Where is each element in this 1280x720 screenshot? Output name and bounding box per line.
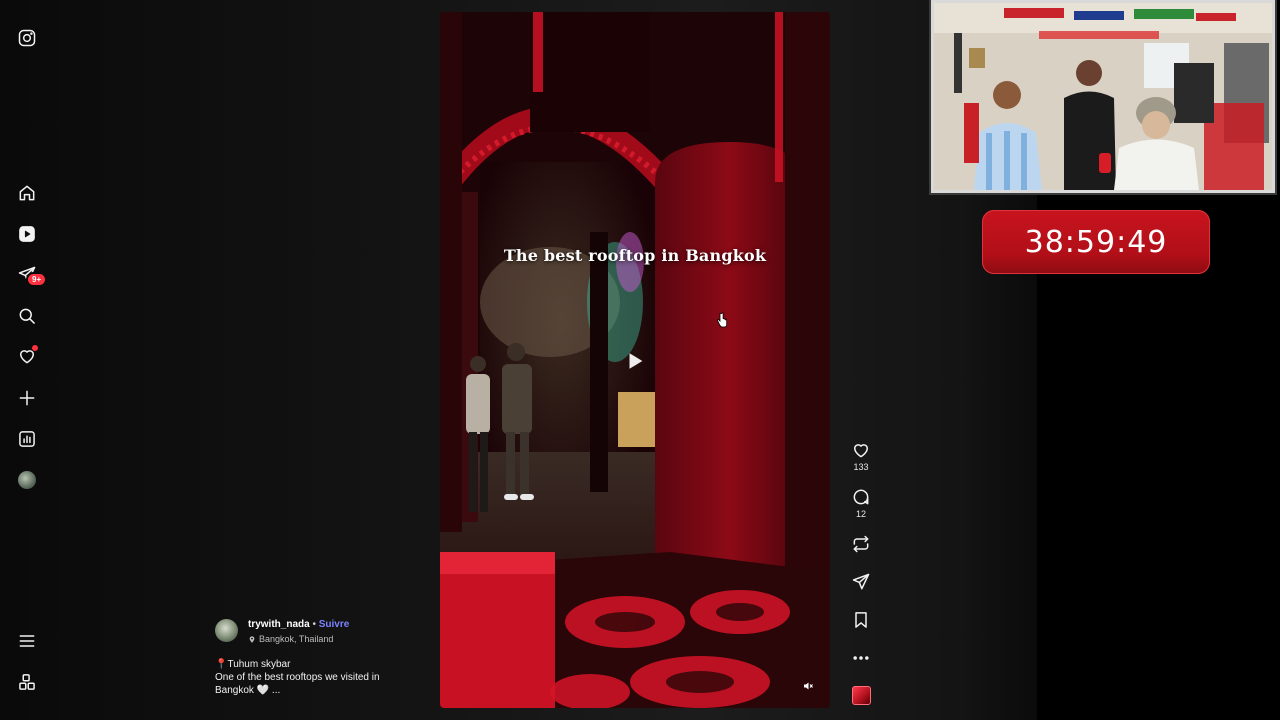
caption-line-2: One of the best rooftops we visited in B…	[215, 672, 380, 696]
repost-icon	[853, 535, 869, 553]
reel-overlay-title: The best rooftop in Bangkok	[503, 246, 767, 265]
menu-icon[interactable]	[14, 628, 40, 654]
reels-icon[interactable]	[14, 221, 40, 247]
repost-button[interactable]	[846, 534, 876, 554]
author-avatar[interactable]	[215, 619, 238, 642]
speaker-muted-icon	[804, 682, 813, 690]
ellipsis-icon	[853, 656, 869, 660]
hand-cursor-icon	[717, 312, 728, 328]
follow-button[interactable]: Suivre	[319, 619, 350, 630]
location-text: Bangkok, Thailand	[259, 634, 334, 644]
location-pin-icon	[249, 635, 255, 643]
stream-timer: 38:59:49	[982, 210, 1210, 274]
more-options-button[interactable]	[846, 648, 876, 668]
caption-line-1: 📍Tuhum skybar	[215, 659, 291, 670]
search-icon[interactable]	[14, 303, 40, 329]
reel-video[interactable]: The best rooftop in Bangkok	[440, 12, 830, 708]
plus-icon[interactable]	[14, 385, 40, 411]
streamer-webcam	[931, 0, 1275, 193]
like-count: 133	[853, 462, 869, 472]
heart-icon[interactable]	[14, 343, 40, 369]
author-line: trywith_nada • Suivre	[248, 619, 349, 630]
webcam-image	[934, 3, 1272, 190]
instagram-logo-icon[interactable]	[14, 25, 40, 51]
author-separator: •	[309, 619, 319, 630]
messages-icon[interactable]: 9+	[14, 262, 48, 288]
comment-icon	[853, 489, 869, 505]
audio-thumbnail[interactable]	[852, 686, 871, 705]
bookmark-icon	[855, 612, 867, 628]
apps-icon[interactable]	[14, 669, 40, 695]
mute-button[interactable]	[800, 678, 816, 694]
like-button[interactable]: 133	[846, 440, 876, 472]
heart-icon	[854, 444, 868, 458]
home-icon[interactable]	[14, 180, 40, 206]
profile-avatar-image	[18, 471, 36, 489]
location-line[interactable]: Bangkok, Thailand	[248, 634, 333, 644]
comment-count: 12	[855, 509, 866, 519]
insights-icon[interactable]	[14, 426, 40, 452]
save-button[interactable]	[846, 610, 876, 630]
comment-button[interactable]: 12	[846, 487, 876, 519]
profile-avatar[interactable]	[14, 467, 40, 493]
notification-dot	[32, 345, 38, 351]
play-icon[interactable]	[624, 350, 646, 372]
share-button[interactable]	[846, 572, 876, 592]
messages-badge: 9+	[26, 272, 48, 287]
sidebar-nav: 9+	[0, 0, 56, 720]
author-username[interactable]: trywith_nada	[248, 619, 310, 630]
reel-caption[interactable]: 📍Tuhum skybar One of the best rooftops w…	[215, 658, 405, 697]
send-icon	[852, 573, 870, 590]
